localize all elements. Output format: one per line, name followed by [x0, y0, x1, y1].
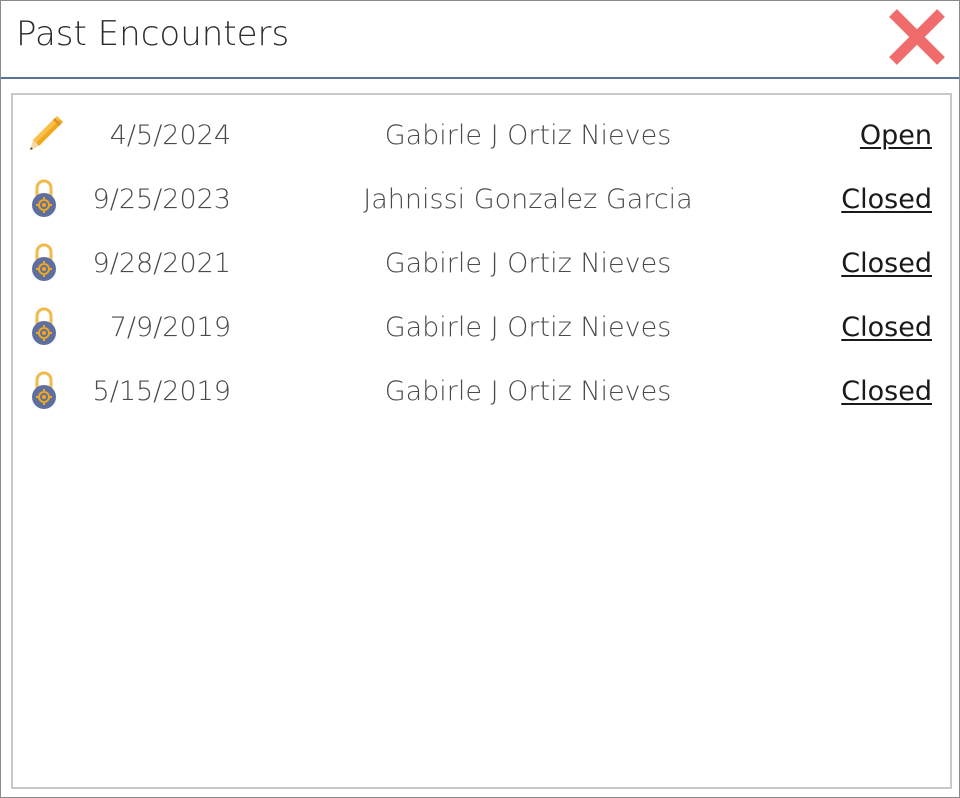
lock-icon	[27, 306, 65, 346]
close-icon[interactable]	[885, 5, 949, 69]
lock-icon	[27, 178, 65, 218]
encounter-provider: Gabirle J Ortiz Nieves	[384, 376, 672, 407]
encounter-provider: Jahnissi Gonzalez Garcia	[363, 184, 693, 215]
encounter-row[interactable]: 9/25/2023 Jahnissi Gonzalez Garcia Close…	[13, 166, 950, 230]
pencil-icon	[27, 114, 65, 154]
encounter-provider: Gabirle J Ortiz Nieves	[384, 248, 672, 279]
lock-icon	[27, 370, 65, 410]
encounter-row[interactable]: 9/28/2021 Gabirle J Ortiz Nieves Closed	[13, 230, 950, 294]
past-encounters-dialog: Past Encounters 4/5/2024 Gabirle J Ortiz…	[0, 0, 960, 798]
encounter-status-link[interactable]: Closed	[841, 376, 932, 407]
dialog-header: Past Encounters	[1, 1, 959, 79]
encounter-provider: Gabirle J Ortiz Nieves	[384, 312, 672, 343]
lock-icon	[27, 242, 65, 282]
dialog-title: Past Encounters	[16, 14, 290, 54]
encounter-date: 5/15/2019	[92, 376, 231, 407]
encounter-date: 9/25/2023	[92, 184, 231, 215]
encounter-date: 4/5/2024	[109, 120, 231, 151]
encounter-status-link[interactable]: Closed	[841, 248, 932, 279]
encounter-status-link[interactable]: Closed	[841, 184, 932, 215]
encounter-list: 4/5/2024 Gabirle J Ortiz Nieves Open 9/2…	[11, 93, 952, 789]
encounter-row[interactable]: 7/9/2019 Gabirle J Ortiz Nieves Closed	[13, 294, 950, 358]
encounter-status-link[interactable]: Open	[860, 120, 932, 151]
encounter-date: 9/28/2021	[92, 248, 231, 279]
encounter-row[interactable]: 5/15/2019 Gabirle J Ortiz Nieves Closed	[13, 358, 950, 422]
encounter-status-link[interactable]: Closed	[841, 312, 932, 343]
encounter-date: 7/9/2019	[109, 312, 231, 343]
encounter-row[interactable]: 4/5/2024 Gabirle J Ortiz Nieves Open	[13, 102, 950, 166]
encounter-provider: Gabirle J Ortiz Nieves	[384, 120, 672, 151]
